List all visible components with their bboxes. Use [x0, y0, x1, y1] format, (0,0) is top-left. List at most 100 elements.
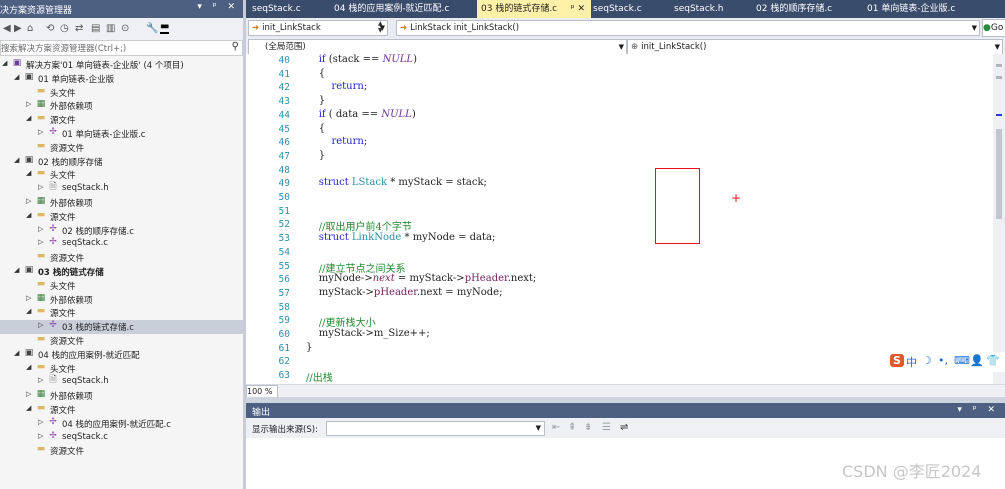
nav-spin-buttons[interactable]: ▲ ▼ — [378, 20, 392, 36]
code-line[interactable]: struct LStack * myStack = stack; — [306, 177, 487, 188]
tree-item[interactable]: ▷ ▦ 外部依赖项 — [0, 389, 243, 403]
tab-document[interactable]: seqStack.c — [248, 0, 332, 18]
tree-item[interactable]: ◢ ▬ 源文件 — [0, 210, 243, 224]
expand-arrow-icon[interactable]: ▷ — [38, 238, 43, 246]
output-source-select[interactable]: ▼ — [326, 421, 545, 436]
tree-item[interactable]: ▬ 资源文件 — [0, 251, 243, 265]
expand-arrow-icon[interactable]: ▷ — [26, 100, 31, 108]
view-code-icon[interactable]: ⊙ — [121, 23, 129, 34]
next-message-icon[interactable]: ⇟ — [584, 422, 592, 433]
expand-arrow-icon[interactable]: ▷ — [26, 197, 31, 205]
tab-document[interactable]: seqStack.h — [670, 0, 754, 18]
tree-item[interactable]: ▷ ✢ 03 栈的链式存储.c — [0, 320, 243, 334]
tree-item[interactable]: ▬ 资源文件 — [0, 444, 243, 458]
scope-combo[interactable]: ➜ init_LinkStack ▼ — [248, 20, 388, 36]
tab-document[interactable]: 02 栈的顺序存储.c — [752, 0, 866, 18]
tab-close-icon[interactable]: ᵖ ✕ — [571, 0, 585, 18]
ime-toolbar[interactable]: S 中 ☽ •, ⌨ 👤 👕 — [886, 352, 1005, 372]
collapse-arrow-icon[interactable]: ◢ — [26, 363, 31, 371]
previous-message-icon[interactable]: ⇞ — [568, 422, 576, 433]
expand-arrow-icon[interactable]: ▷ — [38, 418, 43, 426]
code-line[interactable]: } — [306, 95, 325, 106]
expand-arrow-icon[interactable]: ▷ — [38, 376, 43, 384]
tree-item[interactable]: ▷ ✢ 04 栈的应用案例-就近匹配.c — [0, 417, 243, 431]
tree-item[interactable]: ◢ ▣ 02 栈的顺序存储 — [0, 155, 243, 169]
collapse-arrow-icon[interactable]: ◢ — [2, 59, 7, 67]
global-scope-combo[interactable]: (全局范围) ▼ — [248, 39, 627, 55]
search-icon[interactable]: ⚲ — [232, 41, 239, 52]
properties-icon[interactable]: 🔧 — [146, 23, 158, 34]
panel-window-buttons[interactable]: ▾ ᵖ ✕ — [957, 405, 999, 415]
skin-icon[interactable]: 👕 — [986, 354, 1000, 367]
code-line[interactable]: myStack->m_Size++; — [306, 328, 430, 339]
code-line[interactable]: return; — [306, 136, 367, 147]
panel-window-buttons[interactable]: ▾ ᵖ ✕ — [197, 2, 239, 12]
code-line[interactable]: myNode->next = myStack->pHeader.next; — [306, 273, 537, 284]
expand-arrow-icon[interactable]: ▷ — [26, 390, 31, 398]
tab-document[interactable]: 03 栈的链式存储.c ᵖ ✕ — [477, 0, 591, 18]
tree-item[interactable]: ▬ 头文件 — [0, 86, 243, 100]
solution-explorer-search[interactable]: 搜索解决方案资源管理器(Ctrl+;) ⚲ — [0, 40, 243, 56]
code-line[interactable]: struct LinkNode * myNode = data; — [306, 232, 496, 243]
expand-arrow-icon[interactable]: ▷ — [38, 432, 43, 440]
moon-icon[interactable]: ☽ — [922, 354, 932, 367]
code-line[interactable]: if ( data == NULL) — [306, 109, 416, 120]
sync-icon[interactable]: ⟲ — [46, 23, 54, 34]
tree-item[interactable]: ▬ 头文件 — [0, 279, 243, 293]
word-wrap-icon[interactable]: ⇌ — [620, 422, 628, 433]
back-icon[interactable]: ◀ — [3, 23, 11, 34]
code-line[interactable]: //出栈 — [306, 369, 333, 384]
code-line[interactable]: { — [306, 68, 325, 79]
collapse-arrow-icon[interactable]: ◢ — [26, 169, 31, 177]
refresh-icon[interactable]: ⇄ — [75, 23, 83, 34]
code-line[interactable]: myStack->pHeader.next = myNode; — [306, 287, 503, 298]
tree-item[interactable]: ▷ ✢ 01 单向链表-企业版.c — [0, 127, 243, 141]
collapse-arrow-icon[interactable]: ◢ — [14, 73, 19, 81]
user-icon[interactable]: 👤 — [970, 354, 984, 367]
keyboard-icon[interactable]: ⌨ — [954, 354, 970, 367]
collapse-arrow-icon[interactable]: ◢ — [14, 349, 19, 357]
tree-item[interactable]: ▷ 🗎 seqStack.h — [0, 375, 243, 389]
sogou-logo-icon[interactable]: S — [890, 354, 904, 367]
tree-item[interactable]: ◢ ▬ 源文件 — [0, 306, 243, 320]
tree-item[interactable]: ◢ ▬ 源文件 — [0, 403, 243, 417]
collapse-arrow-icon[interactable]: ◢ — [26, 307, 31, 315]
tree-item[interactable]: ◢ ▬ 头文件 — [0, 168, 243, 182]
function-combo[interactable]: ➜ LinkStack init_LinkStack() ▼ — [396, 20, 980, 36]
collapse-arrow-icon[interactable]: ◢ — [26, 211, 31, 219]
show-all-files-icon[interactable]: ▥ — [106, 23, 115, 34]
collapse-arrow-icon[interactable]: ◢ — [14, 156, 19, 164]
expand-arrow-icon[interactable]: ▷ — [38, 128, 43, 136]
expand-arrow-icon[interactable]: ▷ — [38, 183, 43, 191]
expand-arrow-icon[interactable]: ▷ — [38, 225, 43, 233]
code-line[interactable]: if (stack == NULL) — [306, 54, 417, 65]
find-message-icon[interactable]: ⇤ — [552, 422, 560, 433]
tree-item[interactable]: ◢ ▣ 解决方案'01 单向链表-企业版' (4 个项目) — [0, 58, 243, 72]
tab-document[interactable]: seqStack.c — [589, 0, 673, 18]
tree-item[interactable]: ▷ ✢ 02 栈的顺序存储.c — [0, 224, 243, 238]
tab-document[interactable]: 01 单向链表-企业版.c — [863, 0, 1005, 18]
forward-icon[interactable]: ▶ — [14, 23, 22, 34]
tree-item[interactable]: ▬ 资源文件 — [0, 334, 243, 348]
collapse-arrow-icon[interactable]: ◢ — [14, 266, 19, 274]
go-button[interactable]: ●Go — [982, 19, 1005, 37]
home-icon[interactable]: ⌂ — [27, 23, 33, 34]
collapse-all-icon[interactable]: ▤ — [91, 23, 100, 34]
clear-all-icon[interactable]: ☰ — [602, 422, 611, 433]
chinese-mode-icon[interactable]: 中 — [906, 354, 917, 370]
tree-item[interactable]: ▷ ✢ seqStack.c — [0, 237, 243, 251]
tree-item[interactable]: ▷ ▦ 外部依赖项 — [0, 99, 243, 113]
punctuation-icon[interactable]: •, — [938, 354, 948, 367]
tree-item[interactable]: ▷ ▦ 外部依赖项 — [0, 293, 243, 307]
collapse-arrow-icon[interactable]: ◢ — [26, 114, 31, 122]
code-line[interactable]: } — [306, 342, 312, 353]
expand-arrow-icon[interactable]: ▷ — [38, 321, 43, 329]
tree-item[interactable]: ◢ ▣ 04 栈的应用案例-就近匹配 — [0, 348, 243, 362]
preview-selected-icon[interactable]: ▬ — [160, 21, 170, 34]
tree-item[interactable]: ◢ ▬ 源文件 — [0, 113, 243, 127]
code-line[interactable]: return; — [306, 81, 367, 92]
scrollbar-thumb[interactable] — [996, 129, 1002, 219]
member-combo[interactable]: ⊕ init_LinkStack() ▼ — [627, 39, 1003, 55]
tree-item[interactable]: ▷ 🗎 seqStack.h — [0, 182, 243, 196]
tree-item[interactable]: ◢ ▬ 头文件 — [0, 362, 243, 376]
